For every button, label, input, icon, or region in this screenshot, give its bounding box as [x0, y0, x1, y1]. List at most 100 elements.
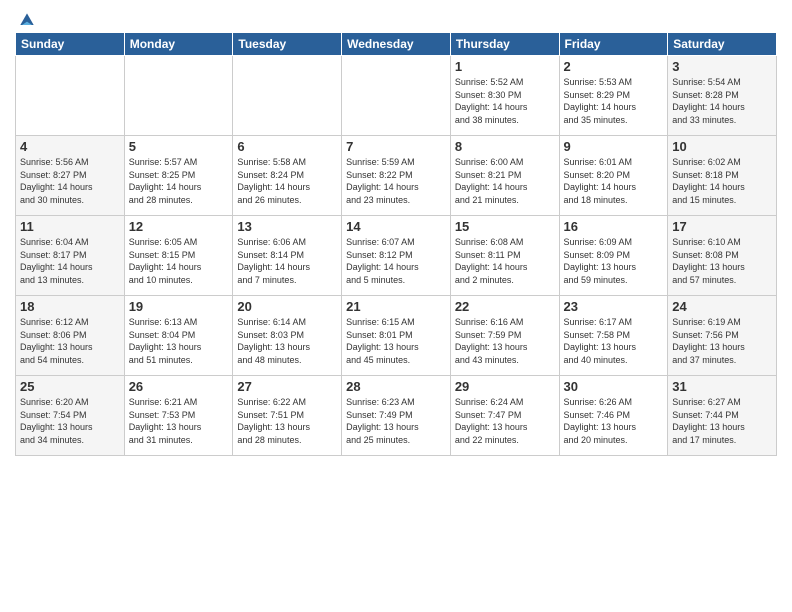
day-number: 22 — [455, 299, 555, 314]
day-number: 13 — [237, 219, 337, 234]
day-info: Sunrise: 6:09 AMSunset: 8:09 PMDaylight:… — [564, 236, 664, 286]
calendar-week-0: 1 Sunrise: 5:52 AMSunset: 8:30 PMDaylight… — [16, 56, 777, 136]
day-info: Sunrise: 6:04 AMSunset: 8:17 PMDaylight:… — [20, 236, 120, 286]
calendar: SundayMondayTuesdayWednesdayThursdayFrid… — [15, 32, 777, 456]
day-info: Sunrise: 6:01 AMSunset: 8:20 PMDaylight:… — [564, 156, 664, 206]
calendar-cell: 8 Sunrise: 6:00 AMSunset: 8:21 PMDaylight… — [450, 136, 559, 216]
calendar-cell: 3 Sunrise: 5:54 AMSunset: 8:28 PMDaylight… — [668, 56, 777, 136]
day-number: 16 — [564, 219, 664, 234]
calendar-cell: 5 Sunrise: 5:57 AMSunset: 8:25 PMDaylight… — [124, 136, 233, 216]
calendar-cell: 2 Sunrise: 5:53 AMSunset: 8:29 PMDaylight… — [559, 56, 668, 136]
day-number: 12 — [129, 219, 229, 234]
day-info: Sunrise: 5:58 AMSunset: 8:24 PMDaylight:… — [237, 156, 337, 206]
day-number: 2 — [564, 59, 664, 74]
day-number: 6 — [237, 139, 337, 154]
header — [15, 10, 777, 26]
weekday-header-friday: Friday — [559, 33, 668, 56]
calendar-cell: 25 Sunrise: 6:20 AMSunset: 7:54 PMDayligh… — [16, 376, 125, 456]
logo-icon — [17, 10, 37, 30]
day-info: Sunrise: 6:26 AMSunset: 7:46 PMDaylight:… — [564, 396, 664, 446]
day-number: 17 — [672, 219, 772, 234]
day-number: 23 — [564, 299, 664, 314]
calendar-cell: 17Sunrise: 6:10 AMSunset: 8:08 PMDayligh… — [668, 216, 777, 296]
logo — [15, 10, 37, 26]
day-info: Sunrise: 5:59 AMSunset: 8:22 PMDaylight:… — [346, 156, 446, 206]
day-info: Sunrise: 5:57 AMSunset: 8:25 PMDaylight:… — [129, 156, 229, 206]
day-number: 31 — [672, 379, 772, 394]
day-info: Sunrise: 6:02 AMSunset: 8:18 PMDaylight:… — [672, 156, 772, 206]
calendar-cell: 28Sunrise: 6:23 AMSunset: 7:49 PMDayligh… — [342, 376, 451, 456]
day-number: 1 — [455, 59, 555, 74]
day-number: 29 — [455, 379, 555, 394]
day-number: 26 — [129, 379, 229, 394]
day-number: 11 — [20, 219, 120, 234]
calendar-cell: 23 Sunrise: 6:17 AMSunset: 7:58 PMDayligh… — [559, 296, 668, 376]
calendar-cell: 15Sunrise: 6:08 AMSunset: 8:11 PMDayligh… — [450, 216, 559, 296]
calendar-cell: 9 Sunrise: 6:01 AMSunset: 8:20 PMDaylight… — [559, 136, 668, 216]
calendar-cell: 18 Sunrise: 6:12 AMSunset: 8:06 PMDayligh… — [16, 296, 125, 376]
calendar-cell: 20 Sunrise: 6:14 AMSunset: 8:03 PMDayligh… — [233, 296, 342, 376]
day-info: Sunrise: 6:19 AMSunset: 7:56 PMDaylight:… — [672, 316, 772, 366]
calendar-cell: 26 Sunrise: 6:21 AMSunset: 7:53 PMDayligh… — [124, 376, 233, 456]
day-number: 3 — [672, 59, 772, 74]
day-number: 8 — [455, 139, 555, 154]
logo-text — [15, 10, 37, 30]
calendar-cell — [342, 56, 451, 136]
calendar-cell: 30 Sunrise: 6:26 AMSunset: 7:46 PMDayligh… — [559, 376, 668, 456]
weekday-header-monday: Monday — [124, 33, 233, 56]
day-info: Sunrise: 6:17 AMSunset: 7:58 PMDaylight:… — [564, 316, 664, 366]
day-info: Sunrise: 6:15 AMSunset: 8:01 PMDaylight:… — [346, 316, 446, 366]
weekday-header-wednesday: Wednesday — [342, 33, 451, 56]
day-number: 21 — [346, 299, 446, 314]
day-info: Sunrise: 6:14 AMSunset: 8:03 PMDaylight:… — [237, 316, 337, 366]
weekday-header-saturday: Saturday — [668, 33, 777, 56]
day-number: 30 — [564, 379, 664, 394]
day-info: Sunrise: 6:20 AMSunset: 7:54 PMDaylight:… — [20, 396, 120, 446]
day-info: Sunrise: 6:06 AMSunset: 8:14 PMDaylight:… — [237, 236, 337, 286]
calendar-week-4: 25 Sunrise: 6:20 AMSunset: 7:54 PMDayligh… — [16, 376, 777, 456]
day-info: Sunrise: 6:00 AMSunset: 8:21 PMDaylight:… — [455, 156, 555, 206]
day-info: Sunrise: 6:27 AMSunset: 7:44 PMDaylight:… — [672, 396, 772, 446]
day-number: 9 — [564, 139, 664, 154]
day-info: Sunrise: 5:53 AMSunset: 8:29 PMDaylight:… — [564, 76, 664, 126]
day-number: 15 — [455, 219, 555, 234]
day-info: Sunrise: 6:24 AMSunset: 7:47 PMDaylight:… — [455, 396, 555, 446]
calendar-cell: 24 Sunrise: 6:19 AMSunset: 7:56 PMDayligh… — [668, 296, 777, 376]
day-number: 20 — [237, 299, 337, 314]
calendar-cell: 12Sunrise: 6:05 AMSunset: 8:15 PMDayligh… — [124, 216, 233, 296]
calendar-week-3: 18 Sunrise: 6:12 AMSunset: 8:06 PMDayligh… — [16, 296, 777, 376]
day-info: Sunrise: 6:12 AMSunset: 8:06 PMDaylight:… — [20, 316, 120, 366]
day-info: Sunrise: 5:56 AMSunset: 8:27 PMDaylight:… — [20, 156, 120, 206]
calendar-week-1: 4 Sunrise: 5:56 AMSunset: 8:27 PMDaylight… — [16, 136, 777, 216]
calendar-cell: 21 Sunrise: 6:15 AMSunset: 8:01 PMDayligh… — [342, 296, 451, 376]
day-number: 7 — [346, 139, 446, 154]
day-number: 24 — [672, 299, 772, 314]
calendar-cell — [16, 56, 125, 136]
calendar-cell: 4 Sunrise: 5:56 AMSunset: 8:27 PMDaylight… — [16, 136, 125, 216]
calendar-cell: 11 Sunrise: 6:04 AMSunset: 8:17 PMDayligh… — [16, 216, 125, 296]
day-number: 28 — [346, 379, 446, 394]
page: SundayMondayTuesdayWednesdayThursdayFrid… — [0, 0, 792, 612]
weekday-header-tuesday: Tuesday — [233, 33, 342, 56]
day-info: Sunrise: 5:52 AMSunset: 8:30 PMDaylight:… — [455, 76, 555, 126]
day-number: 14 — [346, 219, 446, 234]
day-number: 18 — [20, 299, 120, 314]
day-info: Sunrise: 6:21 AMSunset: 7:53 PMDaylight:… — [129, 396, 229, 446]
weekday-header-sunday: Sunday — [16, 33, 125, 56]
calendar-cell: 22Sunrise: 6:16 AMSunset: 7:59 PMDayligh… — [450, 296, 559, 376]
calendar-cell: 10Sunrise: 6:02 AMSunset: 8:18 PMDayligh… — [668, 136, 777, 216]
day-number: 4 — [20, 139, 120, 154]
calendar-cell: 29 Sunrise: 6:24 AMSunset: 7:47 PMDayligh… — [450, 376, 559, 456]
calendar-cell: 27Sunrise: 6:22 AMSunset: 7:51 PMDayligh… — [233, 376, 342, 456]
day-info: Sunrise: 5:54 AMSunset: 8:28 PMDaylight:… — [672, 76, 772, 126]
calendar-cell: 7 Sunrise: 5:59 AMSunset: 8:22 PMDaylight… — [342, 136, 451, 216]
calendar-cell: 19Sunrise: 6:13 AMSunset: 8:04 PMDayligh… — [124, 296, 233, 376]
calendar-cell: 31 Sunrise: 6:27 AMSunset: 7:44 PMDayligh… — [668, 376, 777, 456]
calendar-cell: 6 Sunrise: 5:58 AMSunset: 8:24 PMDaylight… — [233, 136, 342, 216]
day-number: 25 — [20, 379, 120, 394]
day-number: 19 — [129, 299, 229, 314]
day-number: 5 — [129, 139, 229, 154]
day-info: Sunrise: 6:07 AMSunset: 8:12 PMDaylight:… — [346, 236, 446, 286]
calendar-cell — [124, 56, 233, 136]
calendar-cell: 14 Sunrise: 6:07 AMSunset: 8:12 PMDayligh… — [342, 216, 451, 296]
